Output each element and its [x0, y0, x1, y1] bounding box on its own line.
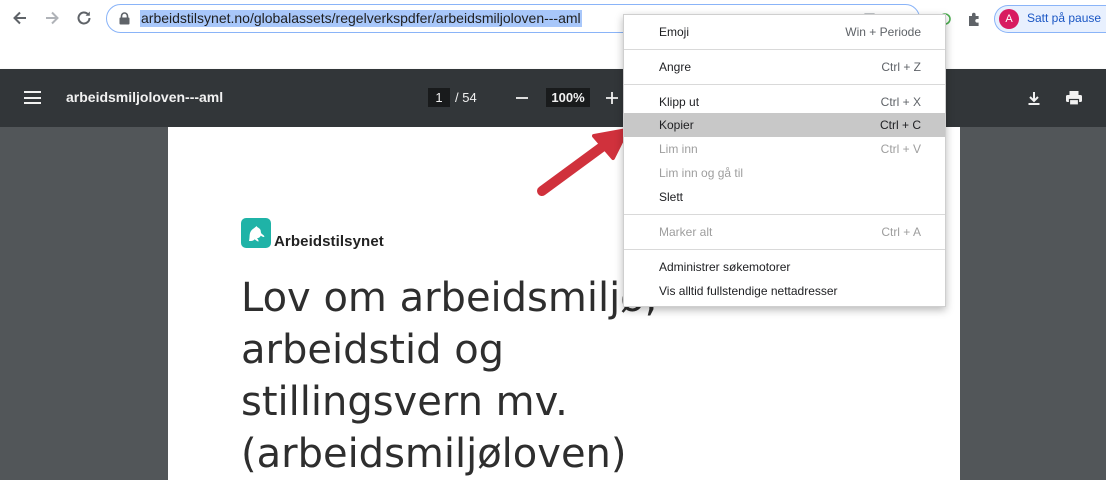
lion-logo-icon — [241, 218, 271, 248]
zoom-in-icon — [606, 92, 618, 104]
back-icon — [13, 11, 26, 25]
menu-icon[interactable] — [24, 91, 41, 104]
menu-divider — [624, 214, 945, 215]
menu-item-delete[interactable]: Slett — [624, 185, 945, 209]
pdf-title: arbeidsmiljoloven---aml — [66, 89, 224, 105]
forward-button[interactable] — [39, 5, 65, 31]
menu-divider — [624, 49, 945, 50]
menu-item-shortcut: Ctrl + A — [881, 225, 921, 239]
page-total: / 54 — [455, 90, 477, 105]
download-icon — [1028, 92, 1040, 105]
menu-item-copy[interactable]: Kopier Ctrl + C — [624, 113, 945, 137]
download-button[interactable] — [1023, 87, 1045, 109]
menu-item-manage-search-engines[interactable]: Administrer søkemotorer — [624, 255, 945, 279]
menu-item-label: Lim inn og gå til — [659, 166, 744, 180]
menu-item-shortcut: Ctrl + X — [880, 95, 921, 109]
menu-item-label: Lim inn — [659, 142, 698, 156]
menu-item-paste-and-go[interactable]: Lim inn og gå til — [624, 161, 945, 185]
forward-icon — [46, 11, 59, 25]
zoom-out-button[interactable] — [512, 88, 532, 108]
print-button[interactable] — [1063, 87, 1085, 109]
back-button[interactable] — [7, 5, 33, 31]
menu-item-label: Angre — [659, 60, 692, 74]
menu-divider — [624, 249, 945, 250]
menu-item-paste[interactable]: Lim inn Ctrl + V — [624, 137, 945, 161]
menu-item-shortcut: Ctrl + V — [880, 142, 921, 156]
heading-line: arbeidstid og — [241, 327, 505, 373]
menu-item-label: Slett — [659, 190, 684, 204]
menu-item-label: Klipp ut — [659, 95, 700, 109]
extensions-button[interactable] — [965, 9, 985, 29]
profile-button[interactable]: A Satt på pause — [994, 5, 1106, 33]
menu-item-label: Marker alt — [659, 225, 713, 239]
menu-item-always-show-full-urls[interactable]: Vis alltid fullstendige nettadresser — [624, 279, 945, 303]
reload-icon — [77, 11, 91, 25]
avatar: A — [999, 9, 1019, 29]
lock-icon — [119, 12, 130, 25]
menu-item-select-all[interactable]: Marker alt Ctrl + A — [624, 220, 945, 244]
menu-item-label: Vis alltid fullstendige nettadresser — [659, 284, 838, 298]
zoom-out-icon — [516, 97, 528, 99]
zoom-in-button[interactable] — [602, 88, 622, 108]
profile-status-label: Satt på pause — [1027, 11, 1102, 25]
menu-item-label: Administrer søkemotorer — [659, 260, 791, 274]
heading-line: (arbeidsmiljøloven) — [241, 431, 627, 477]
context-menu: Emoji Win + Periode Angre Ctrl + Z Klipp… — [623, 14, 946, 307]
menu-item-undo[interactable]: Angre Ctrl + Z — [624, 55, 945, 79]
menu-item-label: Emoji — [659, 25, 690, 39]
menu-item-cut[interactable]: Klipp ut Ctrl + X — [624, 90, 945, 114]
heading-line: stillingsvern mv. — [241, 379, 568, 425]
logo-wordmark: Arbeidstilsynet — [274, 233, 384, 250]
extensions-icon — [969, 12, 979, 26]
menu-divider — [624, 84, 945, 85]
reload-button[interactable] — [71, 5, 97, 31]
zoom-level-input[interactable]: 100% — [546, 88, 590, 107]
print-icon — [1066, 91, 1082, 106]
menu-item-label: Kopier — [659, 118, 694, 132]
url-text[interactable]: arbeidstilsynet.no/globalassets/regelver… — [140, 10, 582, 27]
menu-item-emoji[interactable]: Emoji Win + Periode — [624, 20, 945, 44]
menu-item-shortcut: Win + Periode — [845, 25, 921, 39]
page-number-input[interactable]: 1 — [428, 88, 450, 107]
menu-item-shortcut: Ctrl + Z — [881, 60, 921, 74]
menu-item-shortcut: Ctrl + C — [879, 118, 921, 132]
